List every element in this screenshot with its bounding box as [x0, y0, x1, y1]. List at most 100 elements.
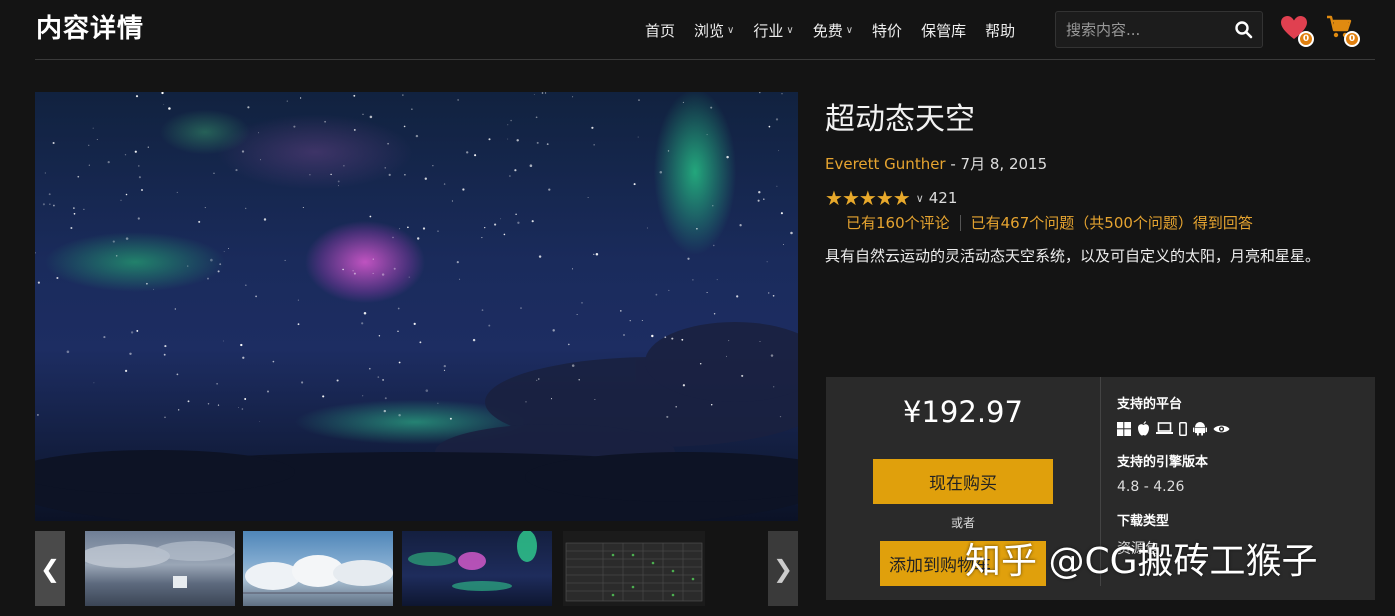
star-dot	[425, 389, 429, 392]
star-dot	[369, 115, 373, 119]
star-dot	[338, 185, 339, 187]
nav-sale[interactable]: 特价	[872, 20, 902, 41]
star-dot	[210, 258, 213, 262]
star-dot	[507, 138, 509, 140]
previous-arrow-button[interactable]: ❮	[35, 531, 65, 606]
chevron-down-icon: ∨	[727, 25, 735, 36]
star-dot	[238, 407, 239, 409]
star-dot	[242, 356, 245, 359]
star-dot	[228, 248, 229, 249]
star-dot	[73, 212, 76, 215]
cart-count-badge: 0	[1344, 31, 1360, 47]
star-dot	[368, 367, 371, 370]
star-dot	[115, 255, 118, 257]
download-type-label: 下载类型	[1117, 514, 1170, 529]
nav-browse[interactable]: 浏览 ∨	[694, 20, 734, 41]
star-dot	[378, 335, 381, 337]
star-dot	[198, 220, 201, 223]
star-icon: ★	[875, 186, 894, 210]
apple-icon	[1138, 421, 1149, 436]
star-dot	[372, 272, 374, 274]
next-arrow-button[interactable]: ❯	[768, 531, 798, 606]
star-dot	[219, 263, 222, 266]
nav-free[interactable]: 免费 ∨	[813, 20, 853, 41]
buy-now-button[interactable]: 现在购买	[873, 459, 1053, 504]
star-dot	[257, 132, 260, 134]
star-dot	[533, 94, 535, 95]
star-dot	[424, 177, 427, 180]
star-dot	[411, 108, 413, 110]
star-dot	[638, 99, 640, 101]
star-dot	[284, 259, 286, 261]
star-dot	[372, 258, 374, 260]
star-dot	[137, 165, 140, 167]
star-dot	[362, 395, 364, 397]
star-dot	[88, 164, 90, 166]
star-dot	[432, 165, 434, 167]
star-dot	[297, 299, 299, 301]
star-dot	[107, 160, 110, 164]
star-dot	[572, 268, 573, 270]
nav-home[interactable]: 首页	[645, 20, 675, 41]
nav-industry[interactable]: 行业 ∨	[753, 20, 793, 41]
star-dot	[297, 323, 300, 326]
divider	[959, 214, 961, 231]
thumbnail-aurora[interactable]	[402, 531, 552, 606]
star-dot	[667, 150, 670, 152]
product-hero-image[interactable]	[35, 92, 798, 521]
thumbnail-features-table[interactable]	[563, 531, 705, 606]
star-dot	[646, 227, 648, 229]
star-dot	[88, 144, 90, 146]
platform-icons	[1117, 421, 1230, 436]
star-dot	[682, 101, 684, 103]
star-dot	[187, 265, 189, 267]
star-dot	[161, 92, 164, 95]
star-dot	[510, 119, 512, 122]
star-dot	[763, 198, 765, 200]
star-dot	[35, 251, 36, 254]
star-dot	[398, 361, 401, 364]
search-input[interactable]	[1056, 12, 1231, 47]
search-icon[interactable]	[1234, 20, 1254, 40]
star-dot	[324, 120, 326, 123]
star-dot	[402, 94, 404, 96]
thumbnail-image	[408, 531, 537, 591]
star-dot	[353, 272, 356, 275]
star-dot	[494, 223, 497, 226]
chevron-down-icon[interactable]: ∨	[916, 192, 924, 205]
aurora-sky-image	[35, 92, 798, 521]
star-dot	[517, 221, 520, 224]
star-dot	[403, 125, 406, 128]
nav-help[interactable]: 帮助	[985, 20, 1015, 41]
thumbnail-cloudy-sky[interactable]	[85, 531, 235, 606]
reviews-link[interactable]: 已有160个评论	[846, 212, 950, 233]
platforms-label: 支持的平台	[1117, 397, 1183, 412]
star-dot	[687, 257, 690, 260]
star-dot	[651, 334, 654, 338]
author-link[interactable]: Everett Gunther	[825, 155, 946, 173]
questions-link[interactable]: 已有467个问题（共500个问题）得到回答	[971, 212, 1253, 233]
star-dot	[710, 106, 713, 109]
star-dot	[629, 320, 631, 322]
star-dot	[187, 400, 190, 403]
cart-button[interactable]: 0	[1326, 13, 1360, 47]
star-dot	[397, 307, 400, 310]
star-dot	[712, 205, 714, 207]
star-dot	[770, 354, 774, 357]
star-dot	[146, 282, 148, 285]
star-dot	[443, 183, 446, 185]
wishlist-button[interactable]: 0	[1280, 13, 1314, 47]
star-dot	[536, 141, 539, 144]
star-dot	[692, 279, 694, 281]
star-rating[interactable]: ★★★★★	[825, 186, 911, 210]
star-dot	[775, 118, 779, 121]
thumbnail-cumulus-clouds[interactable]	[243, 531, 393, 606]
nav-label: 特价	[872, 22, 903, 40]
nav-vault[interactable]: 保管库	[921, 20, 966, 41]
laptop-icon	[1156, 422, 1173, 434]
star-dot	[241, 150, 245, 153]
star-dot	[538, 378, 540, 380]
nav-label: 浏览	[694, 22, 725, 40]
star-dot	[393, 267, 396, 270]
star-dot	[462, 188, 465, 191]
